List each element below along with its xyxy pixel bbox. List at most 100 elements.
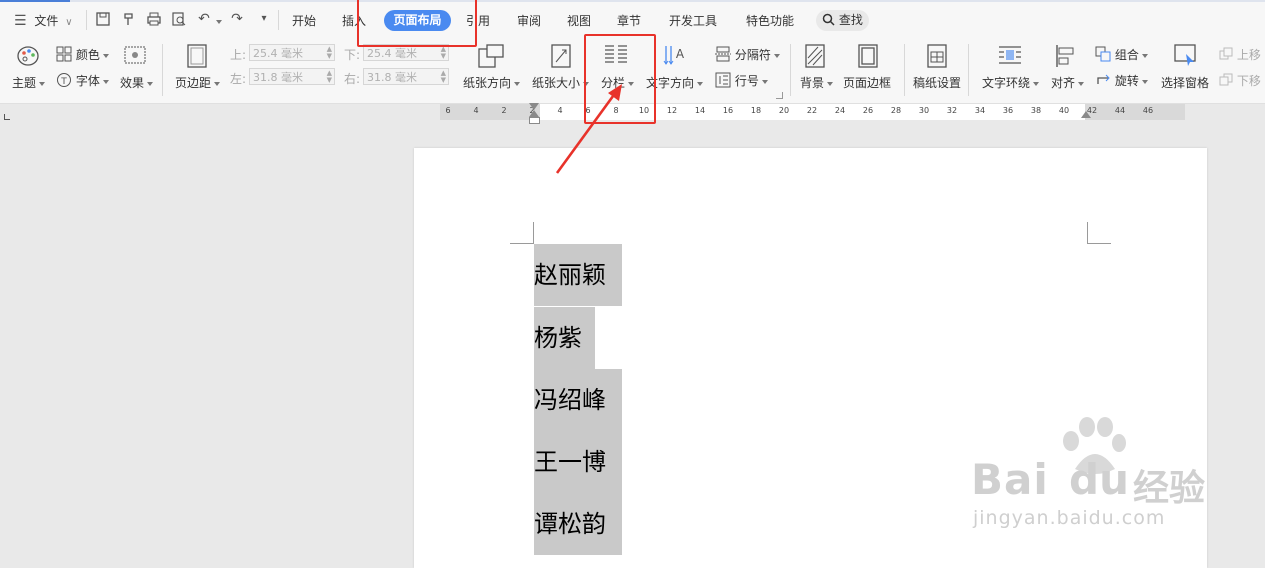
breaks-icon (715, 46, 731, 62)
watermark-brand-latin: Bai (971, 455, 1049, 504)
tab-view[interactable]: 视图 (567, 12, 591, 29)
margin-right-field[interactable]: 31.8 毫米 ▲ ▼ (363, 68, 449, 85)
annotation-arrow-icon (555, 84, 622, 174)
ruler-tick-label: 32 (946, 106, 958, 115)
ruler-tick-label: 40 (1058, 106, 1070, 115)
paper-size-icon[interactable] (550, 44, 572, 71)
ruler-tick-label: 28 (890, 106, 902, 115)
margin-top-field[interactable]: 25.4 毫米 ▲ ▼ (249, 44, 335, 61)
list-item[interactable]: 王一博 (534, 431, 622, 493)
breaks-button[interactable]: 分隔符 (715, 46, 780, 63)
ruler-tick-label: 4 (473, 106, 479, 115)
background-button[interactable]: 背景 (800, 74, 834, 91)
page-borders-icon[interactable] (857, 44, 879, 71)
margins-icon[interactable] (186, 44, 208, 71)
left-indent-marker[interactable] (529, 117, 540, 124)
ruler-tick-label: 44 (1114, 106, 1126, 115)
manuscript-settings-button[interactable]: 稿纸设置 (913, 74, 961, 91)
ruler-tick-label: 16 (722, 106, 734, 115)
format-painter-icon[interactable] (121, 11, 137, 27)
undo-dropdown-icon[interactable] (213, 14, 222, 28)
list-item[interactable]: 冯绍峰 (534, 369, 622, 431)
svg-text:T: T (60, 77, 67, 87)
align-icon[interactable] (1055, 44, 1077, 71)
save-icon[interactable] (95, 11, 111, 27)
bring-forward-icon (1219, 47, 1233, 60)
effect-button[interactable]: 效果 (120, 74, 154, 91)
tab-review[interactable]: 审阅 (517, 12, 541, 29)
ruler-tick-label: 18 (750, 106, 762, 115)
orientation-button[interactable]: 纸张方向 (463, 74, 521, 91)
wrap-text-icon[interactable] (998, 45, 1022, 68)
tab-special-features[interactable]: 特色功能 (746, 12, 794, 29)
color-grid-icon (56, 46, 72, 62)
rotate-button[interactable]: 旋转 (1095, 72, 1148, 89)
font-theme-button[interactable]: T 字体 (56, 72, 109, 89)
hamburger-icon: ☰ (14, 13, 27, 29)
ruler-tick-label: 24 (834, 106, 846, 115)
tab-sections[interactable]: 章节 (617, 12, 641, 29)
ruler-tick-label: 2 (501, 106, 507, 115)
ruler-tick-label: 14 (694, 106, 706, 115)
svg-text:A: A (676, 47, 685, 61)
group-button[interactable]: 组合 (1095, 46, 1148, 63)
selection-pane-icon[interactable] (1174, 44, 1198, 71)
chevron-down-icon: ∨ (65, 17, 73, 28)
search-button[interactable]: 查找 (816, 10, 869, 31)
file-menu-label: 文件 (34, 14, 59, 28)
print-preview-icon[interactable] (171, 11, 187, 27)
page-borders-button[interactable]: 页面边框 (843, 74, 891, 91)
text-direction-icon[interactable]: A (663, 44, 687, 71)
line-numbers-icon (715, 72, 731, 88)
redo-icon[interactable]: ↷ (229, 11, 245, 27)
first-line-indent-marker[interactable] (529, 103, 539, 110)
bring-forward-button[interactable]: 上移 (1219, 46, 1261, 63)
list-item[interactable]: 赵丽颖 (534, 244, 622, 306)
font-circle-icon: T (57, 73, 71, 87)
top-left-margin-corner (510, 222, 534, 244)
customize-chevron-icon[interactable]: ▾ (256, 11, 272, 27)
line-numbers-button[interactable]: 行号 (715, 72, 768, 89)
hanging-indent-marker[interactable] (529, 110, 539, 117)
search-icon (822, 13, 839, 27)
list-item[interactable]: 杨紫 (534, 307, 595, 369)
list-item[interactable]: 谭松韵 (534, 493, 622, 555)
ruler-tick-label: 38 (1030, 106, 1042, 115)
ruler-tick-label: 12 (666, 106, 678, 115)
color-button[interactable]: 颜色 (56, 46, 109, 63)
tab-developer[interactable]: 开发工具 (669, 12, 717, 29)
margin-top-label: 上: (230, 48, 247, 62)
selection-pane-button[interactable]: 选择窗格 (1161, 74, 1209, 91)
tab-home[interactable]: 开始 (292, 12, 316, 29)
page-layout-highlight-box (357, 0, 477, 47)
margin-left-field[interactable]: 31.8 毫米 ▲ ▼ (249, 68, 335, 85)
watermark-brand-du: du (1069, 455, 1129, 504)
theme-button[interactable]: 主题 (12, 74, 46, 91)
file-menu[interactable]: ☰ 文件 ∨ (14, 12, 73, 29)
ruler-tick-label: 36 (1002, 106, 1014, 115)
manuscript-icon[interactable] (926, 44, 948, 71)
ruler-tick-label: 34 (974, 106, 986, 115)
margin-left-label: 左: (230, 72, 247, 86)
group-icon (1095, 46, 1111, 62)
right-indent-marker[interactable] (1081, 111, 1091, 118)
orientation-icon[interactable] (478, 43, 504, 72)
send-backward-button[interactable]: 下移 (1219, 72, 1261, 89)
ruler-right-margin (1085, 104, 1185, 120)
theme-icon[interactable] (16, 45, 40, 70)
margin-bottom-label: 下: (344, 48, 361, 62)
tab-stop-marker[interactable] (4, 114, 10, 120)
align-button[interactable]: 对齐 (1051, 74, 1085, 91)
effect-icon[interactable] (124, 46, 146, 67)
ruler-left-margin (440, 104, 540, 120)
print-icon[interactable] (146, 11, 162, 27)
watermark-brand-cn: 经验 (1133, 468, 1206, 509)
ruler-tick-label: 26 (862, 106, 874, 115)
ruler-tick-label: 30 (918, 106, 930, 115)
background-icon[interactable] (804, 44, 826, 71)
wrap-text-button[interactable]: 文字环绕 (982, 74, 1040, 91)
undo-icon[interactable]: ↶ (196, 11, 212, 27)
ruler-tick-label: 46 (1142, 106, 1154, 115)
page-setup-launcher-icon[interactable] (776, 92, 783, 99)
margins-button[interactable]: 页边距 (175, 74, 221, 91)
